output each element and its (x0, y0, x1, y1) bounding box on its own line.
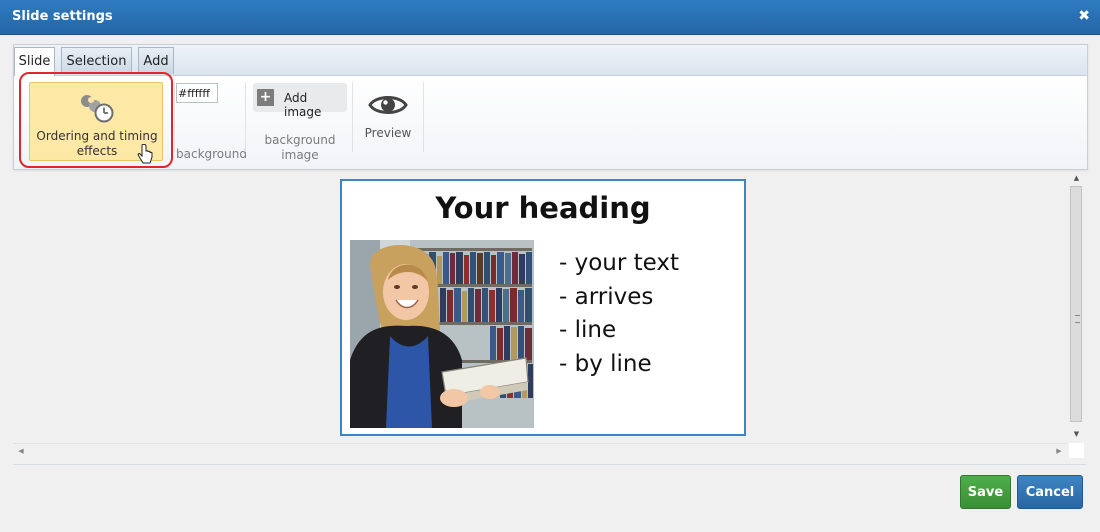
plus-icon: + (257, 89, 274, 106)
dialog-title: Slide settings (12, 9, 113, 24)
add-image-button[interactable]: + Add image (253, 83, 347, 119)
tab-strip: Slide Selection Add (14, 45, 1087, 76)
scrollbar-thumb[interactable] (1070, 186, 1082, 422)
save-button[interactable]: Save (960, 475, 1011, 509)
slide-bullet-list[interactable]: - your text - arrives - line - by line (559, 247, 679, 381)
bullet-item: - line (559, 317, 617, 343)
background-color-input[interactable] (176, 83, 218, 103)
horizontal-scrollbar[interactable]: ◀ ▶ (13, 443, 1067, 459)
scroll-right-icon[interactable]: ▶ (1053, 444, 1065, 459)
ribbon: Slide Selection Add Ordering and timing e… (13, 44, 1088, 170)
slide-heading[interactable]: Your heading (342, 191, 744, 225)
ribbon-divider (352, 82, 353, 152)
bullet-item: - arrives (559, 283, 654, 310)
bullet-item: - by line (559, 350, 652, 377)
ribbon-divider (423, 82, 424, 152)
footer-divider (13, 464, 1086, 465)
dialog-titlebar: Slide settings ✖ (0, 0, 1100, 35)
grip-icon (1075, 315, 1080, 323)
background-image-label: background image (264, 133, 336, 162)
cancel-button[interactable]: Cancel (1017, 475, 1083, 509)
scrollbar-corner (1069, 443, 1084, 458)
ribbon-divider (245, 82, 246, 152)
tab-slide[interactable]: Slide (14, 47, 55, 76)
ribbon-divider (174, 82, 175, 152)
scroll-left-icon[interactable]: ◀ (15, 444, 27, 459)
timing-icon (81, 95, 114, 123)
tab-add[interactable]: Add (138, 47, 174, 74)
vertical-scrollbar[interactable]: ▲ ▼ (1069, 172, 1084, 440)
add-image-label: Add image (284, 91, 322, 119)
tab-selection[interactable]: Selection (61, 47, 132, 74)
hand-cursor-icon (137, 144, 153, 164)
ribbon-body: Ordering and timingeffects background + … (14, 72, 1087, 169)
bullet-item: - your text (559, 250, 680, 276)
preview-button[interactable]: Preview (359, 90, 417, 150)
close-icon[interactable]: ✖ (1078, 8, 1090, 24)
slide-canvas-area: Your heading - your text - arrives - lin… (13, 172, 1083, 458)
preview-label: Preview (364, 126, 412, 140)
student-holding-books-photo (350, 240, 534, 428)
background-label: background (176, 147, 247, 161)
slide-preview[interactable]: Your heading - your text - arrives - lin… (340, 179, 746, 436)
ordering-timing-button[interactable]: Ordering and timing effects (29, 82, 163, 164)
scroll-down-icon[interactable]: ▼ (1069, 428, 1084, 440)
eye-icon (368, 96, 408, 114)
scroll-up-icon[interactable]: ▲ (1069, 172, 1084, 184)
